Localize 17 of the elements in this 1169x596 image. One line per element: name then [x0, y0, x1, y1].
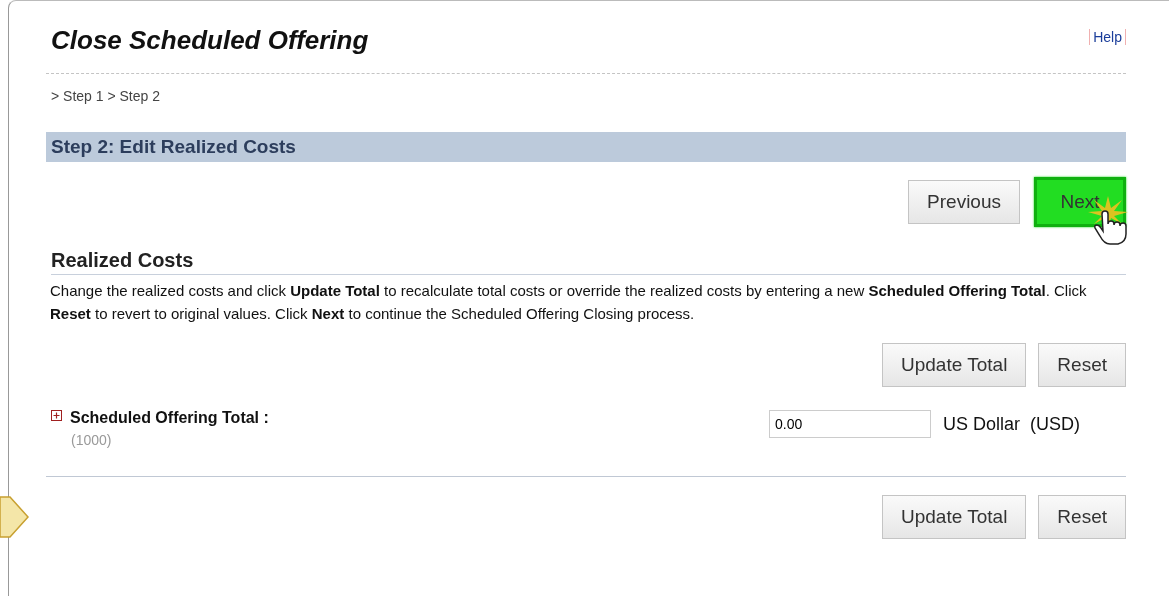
update-total-button[interactable]: Update Total: [882, 343, 1027, 387]
next-button[interactable]: Next: [1034, 177, 1126, 227]
help-link[interactable]: Help: [1089, 29, 1126, 45]
reset-button[interactable]: Reset: [1038, 495, 1126, 539]
previous-button[interactable]: Previous: [908, 180, 1020, 224]
section-title: Realized Costs: [51, 249, 1126, 275]
section-description: Change the realized costs and click Update Total to recalculate total costs or override the realized costs by entering a new Scheduled Offering Total. Click Reset to revert to original values. Click Next to continue the Scheduled Offering Closing process.: [50, 281, 1088, 324]
total-code: (1000): [71, 432, 113, 448]
step-header: Step 2: Edit Realized Costs: [46, 132, 1126, 162]
page-title: Close Scheduled Offering: [51, 25, 369, 56]
reset-button[interactable]: Reset: [1038, 343, 1126, 387]
expand-icon[interactable]: [51, 409, 62, 421]
total-input-field[interactable]: 0.00: [769, 410, 931, 438]
total-label: Scheduled Offering Total :: [70, 409, 269, 427]
currency-label: US Dollar (USD): [943, 413, 1080, 435]
update-total-button[interactable]: Update Total: [882, 495, 1027, 539]
breadcrumb: > Step 1 > Step 2: [51, 88, 161, 104]
